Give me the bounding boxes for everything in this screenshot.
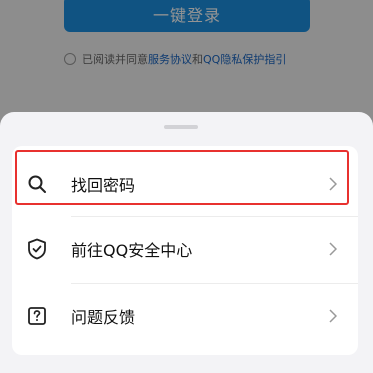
shield-check-icon bbox=[26, 238, 48, 260]
sheet-drag-handle[interactable] bbox=[164, 125, 198, 129]
feedback-item[interactable]: 问题反馈 bbox=[12, 284, 358, 348]
question-box-icon bbox=[26, 305, 48, 327]
chevron-right-icon bbox=[328, 177, 338, 191]
find-password-label: 找回密码 bbox=[71, 176, 136, 195]
find-password-item[interactable]: 找回密码 bbox=[12, 152, 358, 216]
options-card: 找回密码 前往QQ安全中心 问题反馈 bbox=[12, 146, 358, 355]
chevron-right-icon bbox=[328, 242, 338, 256]
qq-security-center-item[interactable]: 前往QQ安全中心 bbox=[12, 217, 358, 281]
chevron-right-icon bbox=[328, 309, 338, 323]
search-icon bbox=[26, 173, 48, 195]
bottom-sheet: 找回密码 前往QQ安全中心 问题反馈 bbox=[0, 112, 373, 373]
feedback-label: 问题反馈 bbox=[71, 308, 136, 327]
qq-security-center-label: 前往QQ安全中心 bbox=[71, 241, 193, 260]
